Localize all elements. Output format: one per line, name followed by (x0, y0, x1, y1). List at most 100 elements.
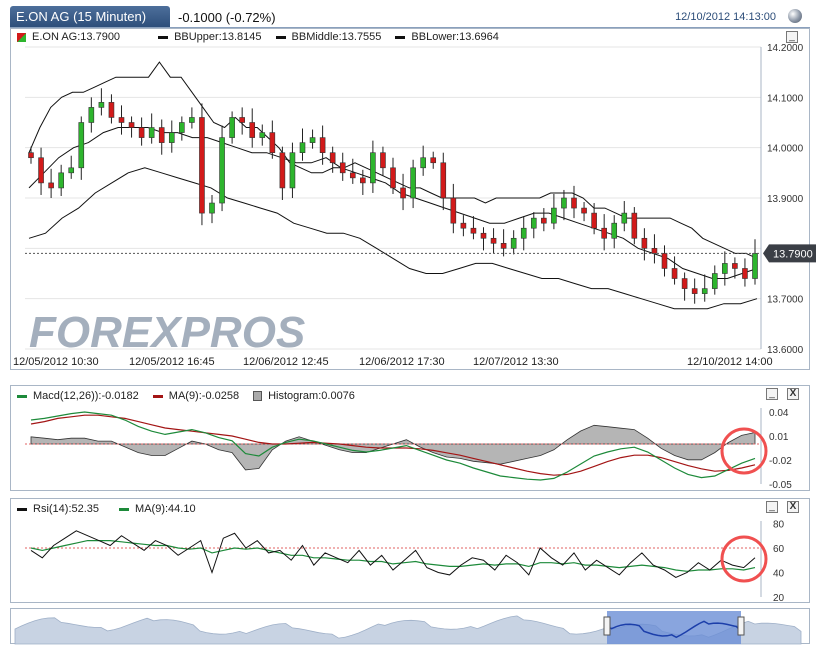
macd-y-tick-label: -0.02 (769, 456, 792, 467)
candle-down (329, 152, 336, 164)
candle-down (691, 288, 698, 294)
candle-up (701, 288, 708, 294)
navigator-left-handle (603, 616, 611, 636)
y-tick-label: 14.1000 (767, 93, 804, 104)
candle-down (319, 137, 326, 153)
candle-down (390, 167, 396, 189)
candle-down (671, 268, 678, 279)
candle-down (269, 132, 276, 153)
y-tick-label: 13.9000 (767, 194, 804, 205)
macd-panel: Macd(12,26)):-0.0182 MA(9):-0.0258 Histo… (10, 385, 810, 491)
y-tick-label: 13.6000 (767, 345, 804, 356)
main-chart-svg: FOREXPROS 13.7900 14.2000 14.1000 14.0000 13.… (13, 43, 816, 368)
instrument-tab[interactable]: E.ON AG (15 Minuten) (10, 6, 170, 28)
x-tick-label: 12/10/2012 14:00 (687, 356, 773, 368)
navigator-selection (607, 611, 741, 644)
candle-down (581, 207, 587, 214)
candle-up (722, 263, 728, 274)
candle-down (199, 117, 205, 214)
last-price-label: 13.7900 (773, 248, 813, 260)
rsi-y-tick-label: 80 (773, 519, 785, 530)
candle-up (611, 222, 618, 239)
candle-down (249, 122, 256, 138)
candle-down (38, 157, 44, 184)
last-price-marker: 13.7900 (763, 244, 816, 263)
rsi-highlight-circle (720, 535, 768, 583)
candle-up (530, 217, 537, 229)
candle-up (148, 127, 155, 138)
rsi-line (30, 530, 756, 578)
candle-up (510, 237, 517, 249)
macd-y-tick-label: 0.04 (769, 408, 789, 419)
rsi-ma-line (30, 540, 756, 572)
candle-down (591, 212, 597, 229)
candle-up (711, 273, 718, 289)
candle-down (661, 253, 668, 269)
x-tick-label: 12/07/2012 13:30 (473, 356, 559, 368)
candle-up (309, 137, 316, 143)
x-tick-label: 12/06/2012 12:45 (243, 356, 329, 368)
candle-up (551, 207, 557, 224)
candle-up (229, 117, 235, 138)
candle-down (601, 227, 607, 239)
candle-up (98, 102, 105, 108)
candle-down (158, 127, 165, 143)
candle-up (299, 142, 306, 153)
candle-up (88, 107, 95, 123)
candle-down (138, 127, 145, 138)
candle-down (118, 117, 125, 123)
candle-down (571, 197, 577, 209)
candle-up (179, 122, 185, 133)
main-price-panel: E.ON AG:13.7900 BBUpper:13.8145 BBMiddle… (10, 28, 816, 370)
candle-down (28, 152, 34, 159)
x-tick-label: 12/05/2012 16:45 (129, 356, 215, 368)
candle-up (410, 167, 416, 199)
macd-chart-svg: 0.04 0.01 -0.02 -0.05 (25, 408, 792, 491)
candle-down (400, 187, 406, 199)
candle-up (189, 117, 195, 123)
candle-down (339, 162, 346, 174)
y-tick-label: 13.7000 (767, 295, 804, 306)
candle-down (490, 237, 497, 244)
candle-down (48, 182, 54, 189)
candle-down (380, 152, 386, 169)
candle-up (219, 137, 225, 204)
candle-up (561, 197, 567, 209)
candle-up (209, 202, 215, 214)
candle-up (420, 157, 426, 169)
candle-down (651, 248, 658, 254)
navigator-right-handle (737, 616, 745, 636)
rsi-panel: Rsi(14):52.35 MA(9):44.10 _ X 80 60 40 20 (10, 498, 810, 604)
candle-up (168, 132, 175, 143)
candle-down (480, 232, 487, 239)
candle-down (500, 243, 507, 249)
x-tick-label: 12/05/2012 10:30 (13, 356, 99, 368)
rsi-chart-svg: 80 60 40 20 (25, 519, 785, 604)
navigator-panel[interactable] (10, 608, 811, 645)
y-tick-label: 14.2000 (767, 43, 804, 54)
globe-icon[interactable] (788, 9, 802, 23)
candle-up (289, 152, 296, 189)
candle-up (370, 152, 376, 184)
candle-down (349, 172, 356, 179)
bb-middle-line (28, 127, 758, 279)
timestamp: 12/10/2012 14:13:00 (675, 11, 776, 23)
candle-up (58, 172, 64, 189)
candle-down (631, 212, 638, 239)
y-tick-label: 14.0000 (767, 144, 804, 155)
candle-down (470, 227, 477, 234)
candle-down (128, 122, 135, 128)
candle-up (520, 227, 527, 239)
candle-down (279, 152, 286, 189)
rsi-y-tick-label: 20 (773, 593, 785, 604)
candle-down (430, 157, 437, 164)
candle-up (78, 122, 85, 169)
candle-down (440, 162, 447, 199)
candle-down (460, 222, 467, 229)
navigator-svg[interactable] (11, 609, 811, 645)
candle-down (108, 102, 115, 118)
price-change: -0.1000 (-0.72%) (178, 10, 276, 25)
candle-down (360, 177, 366, 184)
candle-up (68, 167, 75, 174)
candle-up (259, 132, 266, 138)
